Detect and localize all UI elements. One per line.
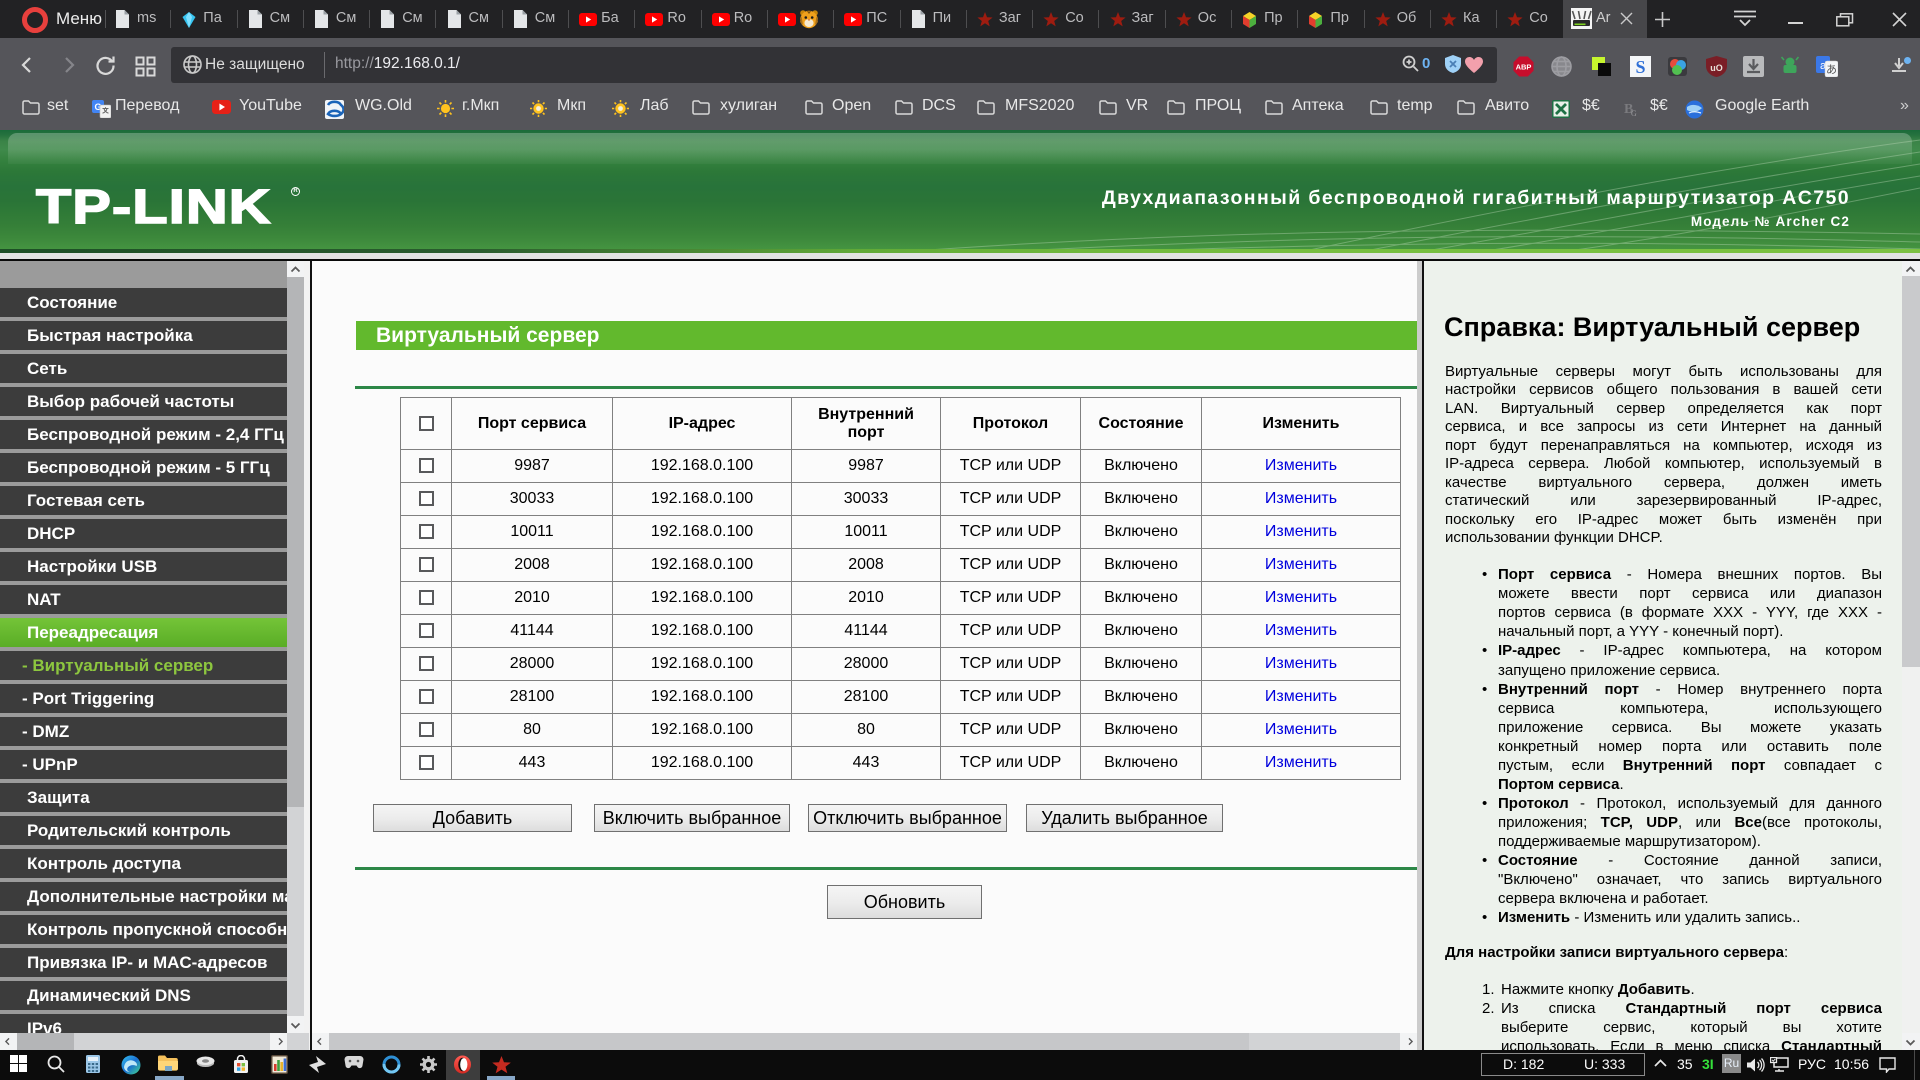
svg-text:G: G: [1631, 109, 1637, 118]
svg-text:S: S: [1635, 57, 1645, 77]
svg-text:ABP: ABP: [1516, 63, 1532, 72]
svg-text:あ: あ: [1826, 63, 1837, 76]
svg-text:uO: uO: [1710, 63, 1723, 73]
